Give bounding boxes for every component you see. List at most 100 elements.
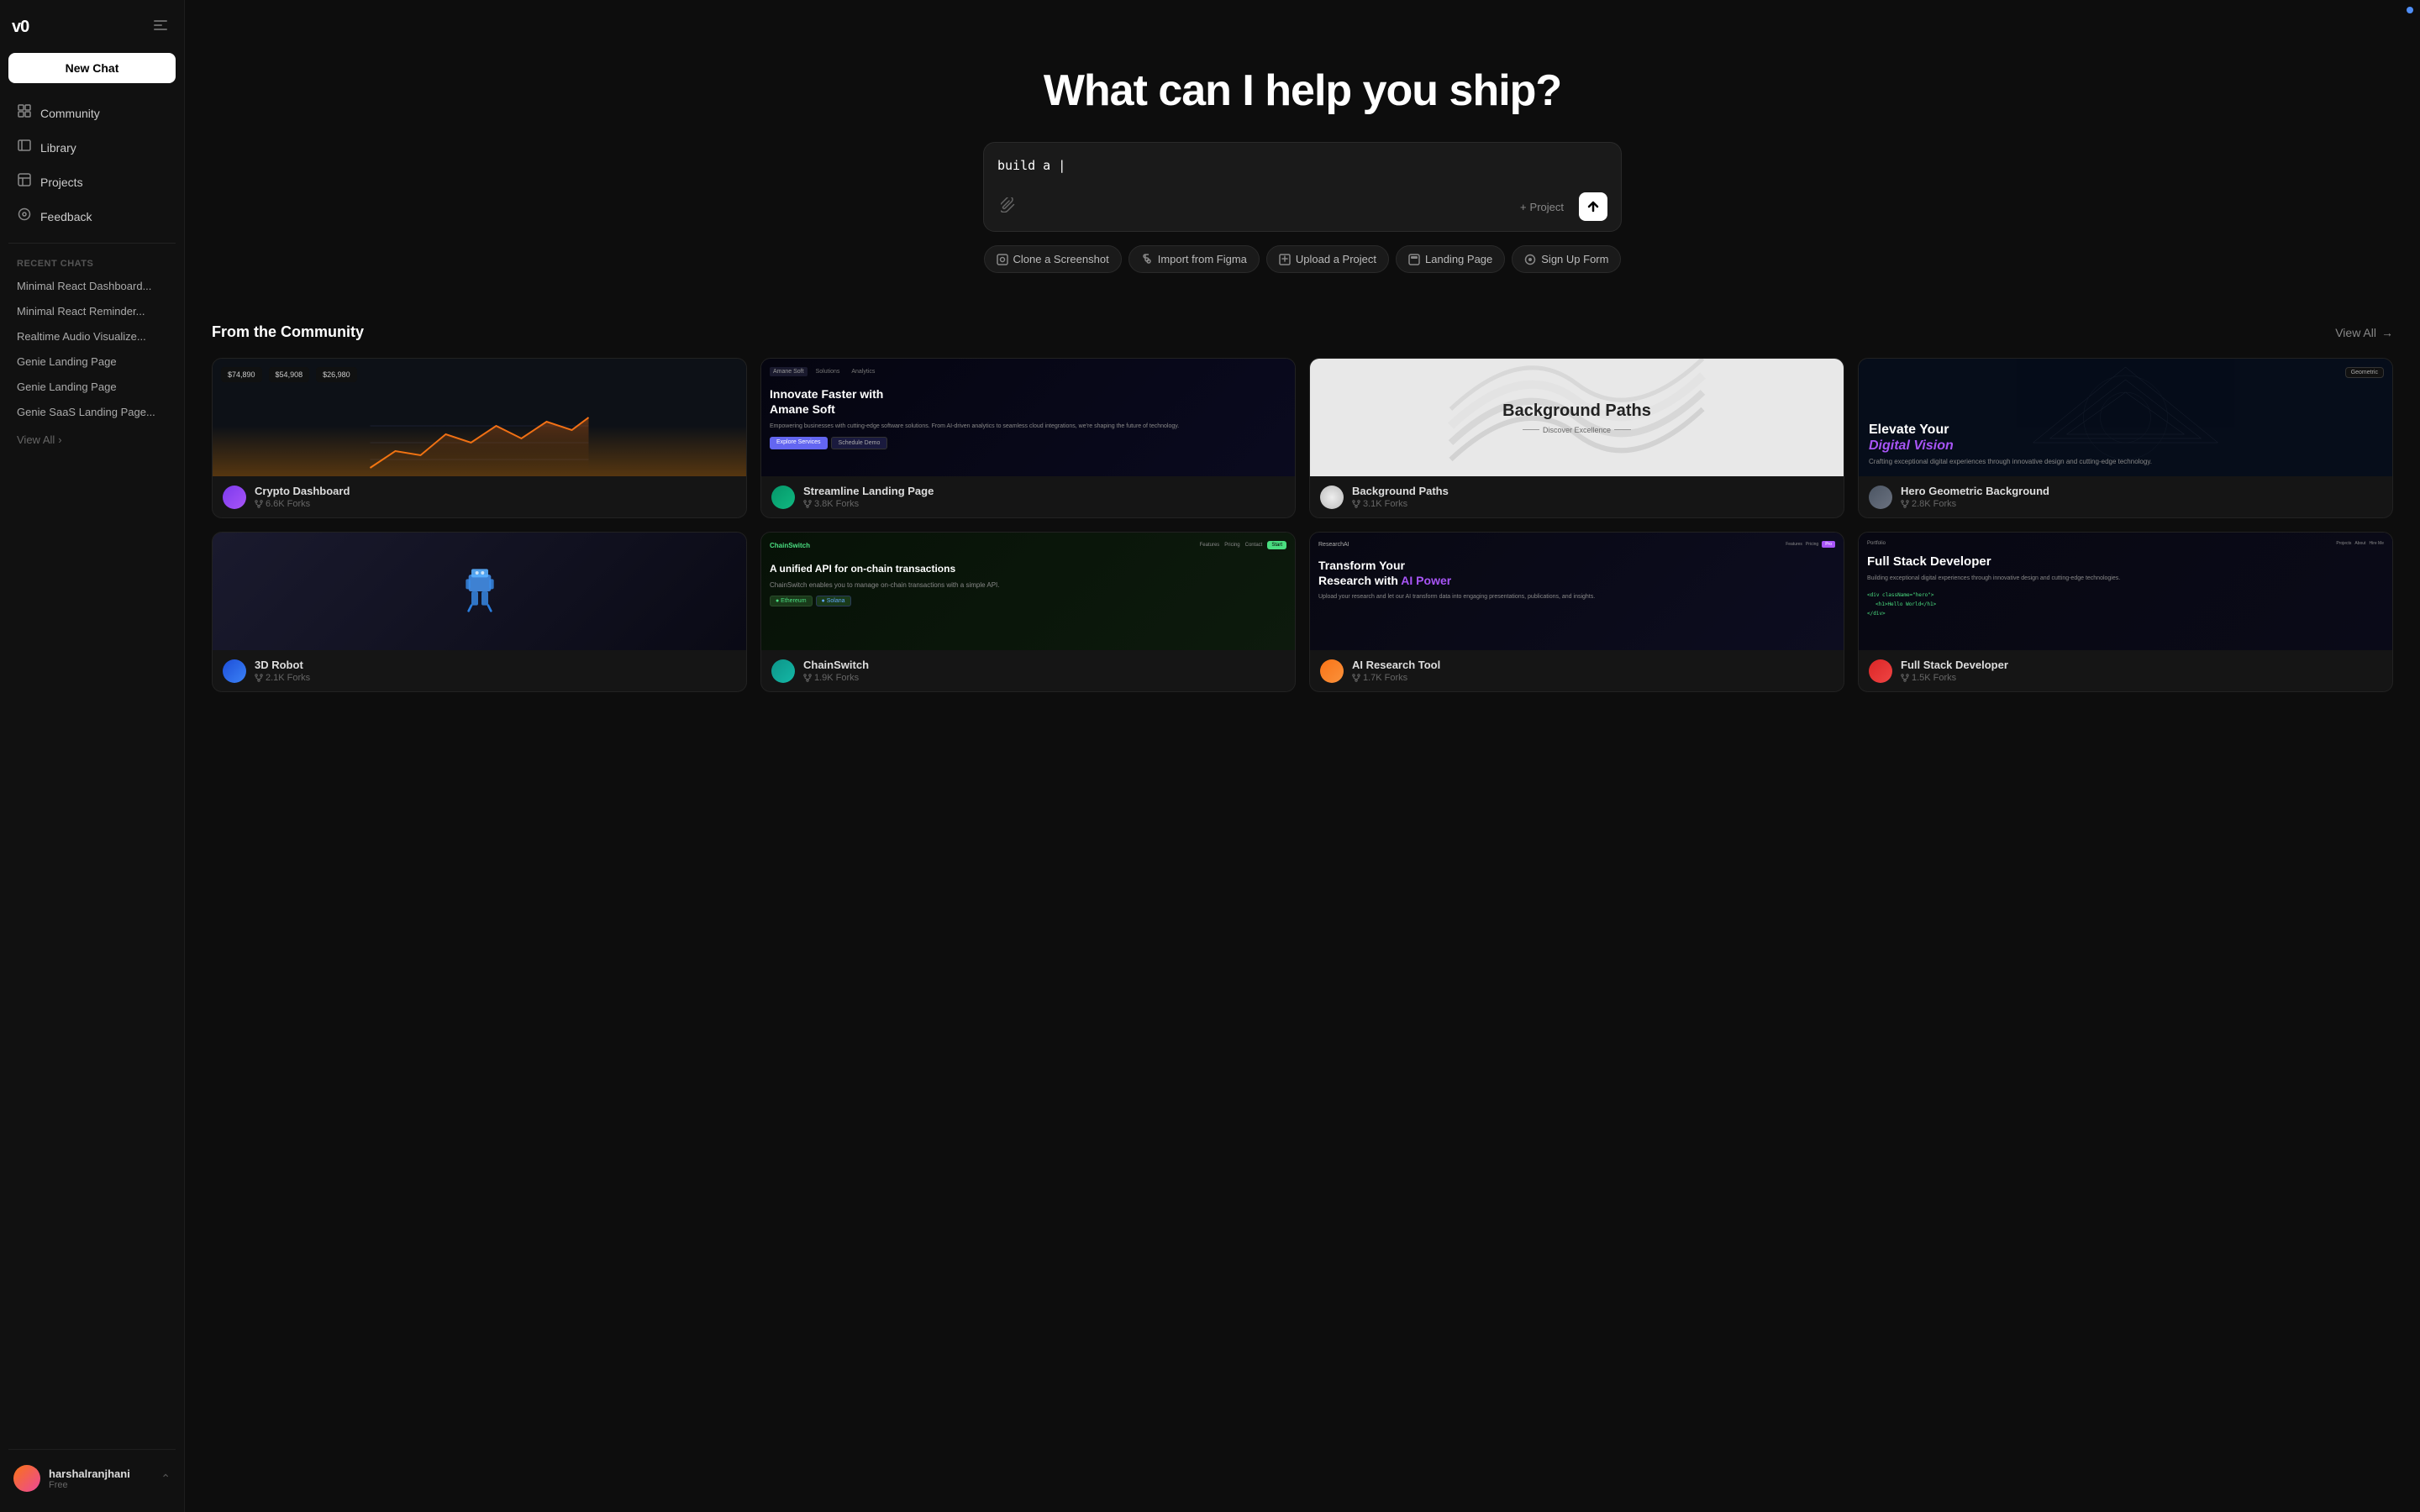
recent-chat-6[interactable]: Genie SaaS Landing Page... bbox=[8, 400, 176, 424]
card-image-robot bbox=[213, 533, 746, 650]
card-image-fullstack: Portfolio Projects About Hire Me Full St… bbox=[1859, 533, 2392, 650]
send-icon bbox=[1587, 201, 1599, 213]
community-card-chain[interactable]: ChainSwitch Features Pricing Contact Sta… bbox=[760, 532, 1296, 692]
sidebar-toggle-icon bbox=[152, 17, 169, 34]
card-image-bgpaths: Background Paths Discover Excellence bbox=[1310, 359, 1844, 476]
community-card-streamline[interactable]: Amane Soft Solutions Analytics Innovate … bbox=[760, 358, 1296, 518]
attach-button[interactable] bbox=[997, 194, 1019, 220]
recent-chat-3[interactable]: Realtime Audio Visualize... bbox=[8, 324, 176, 349]
form-icon bbox=[1524, 254, 1536, 265]
card-info-herogeo: Hero Geometric Background 2.8K Forks bbox=[1901, 485, 2382, 509]
user-profile-button[interactable]: harshalranjhani Free ⌃ bbox=[8, 1458, 176, 1499]
community-cards-row-1: $74,890 $54,908 $26,980 Crypto Dashboard bbox=[212, 358, 2393, 518]
card-title-crypto: Crypto Dashboard bbox=[255, 485, 736, 497]
card-forks-streamline: 3.8K Forks bbox=[803, 499, 1285, 509]
sidebar-header: v0 bbox=[8, 13, 176, 41]
signup-form-button[interactable]: Sign Up Form bbox=[1512, 245, 1621, 273]
card-info-research: AI Research Tool 1.7K Forks bbox=[1352, 659, 1833, 683]
card-meta-research: AI Research Tool 1.7K Forks bbox=[1310, 650, 1844, 691]
recent-chat-1[interactable]: Minimal React Dashboard... bbox=[8, 274, 176, 298]
sidebar-item-feedback[interactable]: Feedback bbox=[8, 200, 176, 233]
hero-section: What can I help you ship? build a | + Pr… bbox=[185, 0, 2420, 307]
card-title-herogeo: Hero Geometric Background bbox=[1901, 485, 2382, 497]
sidebar-divider bbox=[8, 243, 176, 244]
card-avatar-crypto bbox=[223, 486, 246, 509]
library-label: Library bbox=[40, 141, 76, 155]
card-forks-chain: 1.9K Forks bbox=[803, 673, 1285, 683]
card-forks-robot: 2.1K Forks bbox=[255, 673, 736, 683]
card-forks-research: 1.7K Forks bbox=[1352, 673, 1833, 683]
figma-icon bbox=[1141, 254, 1153, 265]
community-card-herogeo[interactable]: Geometric Elevate Your Digital Vision Cr… bbox=[1858, 358, 2393, 518]
fork-icon-6 bbox=[803, 674, 812, 682]
fork-icon bbox=[255, 500, 263, 508]
community-card-crypto[interactable]: $74,890 $54,908 $26,980 Crypto Dashboard bbox=[212, 358, 747, 518]
avatar bbox=[13, 1465, 40, 1492]
sidebar-item-projects[interactable]: Projects bbox=[8, 165, 176, 198]
view-all-chats-button[interactable]: View All › bbox=[8, 428, 176, 451]
card-info-chain: ChainSwitch 1.9K Forks bbox=[803, 659, 1285, 683]
card-meta-herogeo: Hero Geometric Background 2.8K Forks bbox=[1859, 476, 2392, 517]
card-forks-bgpaths: 3.1K Forks bbox=[1352, 499, 1833, 509]
community-cards-row-2: 3D Robot 2.1K Forks bbox=[212, 532, 2393, 692]
paperclip-icon bbox=[1001, 197, 1016, 213]
sidebar-toggle-button[interactable] bbox=[149, 13, 172, 41]
fork-icon-2 bbox=[803, 500, 812, 508]
arrow-right-icon: → bbox=[2381, 326, 2393, 339]
upload-icon bbox=[1279, 254, 1291, 265]
clone-screenshot-button[interactable]: Clone a Screenshot bbox=[984, 245, 1122, 273]
card-meta-chain: ChainSwitch 1.9K Forks bbox=[761, 650, 1295, 691]
landing-page-icon bbox=[1408, 254, 1420, 265]
upload-project-button[interactable]: Upload a Project bbox=[1266, 245, 1389, 273]
sidebar-item-library[interactable]: Library bbox=[8, 131, 176, 164]
community-card-fullstack[interactable]: Portfolio Projects About Hire Me Full St… bbox=[1858, 532, 2393, 692]
card-title-fullstack: Full Stack Developer bbox=[1901, 659, 2382, 671]
card-avatar-research bbox=[1320, 659, 1344, 683]
recent-chat-5[interactable]: Genie Landing Page bbox=[8, 375, 176, 399]
main-content: What can I help you ship? build a | + Pr… bbox=[185, 0, 2420, 1512]
fork-icon-5 bbox=[255, 674, 263, 682]
hero-title: What can I help you ship? bbox=[1044, 67, 1561, 115]
robot-svg bbox=[446, 558, 513, 625]
add-project-button[interactable]: + Project bbox=[1512, 196, 1572, 218]
projects-label: Projects bbox=[40, 176, 83, 189]
card-meta-crypto: Crypto Dashboard 6.6K Forks bbox=[213, 476, 746, 517]
card-avatar-herogeo bbox=[1869, 486, 1892, 509]
community-header: From the Community View All → bbox=[212, 323, 2393, 341]
sidebar-item-community[interactable]: Community bbox=[8, 97, 176, 129]
card-image-chain: ChainSwitch Features Pricing Contact Sta… bbox=[761, 533, 1295, 650]
user-plan: Free bbox=[49, 1480, 152, 1490]
community-card-research[interactable]: ResearchAI Features Pricing Pro Transfor… bbox=[1309, 532, 1844, 692]
recent-chats-label: Recent Chats bbox=[8, 255, 176, 274]
community-card-bgpaths[interactable]: Background Paths Discover Excellence Bac… bbox=[1309, 358, 1844, 518]
import-figma-button[interactable]: Import from Figma bbox=[1128, 245, 1260, 273]
notification-dot bbox=[2407, 7, 2413, 13]
card-meta-streamline: Streamline Landing Page 3.8K Forks bbox=[761, 476, 1295, 517]
send-button[interactable] bbox=[1579, 192, 1607, 221]
card-image-streamline: Amane Soft Solutions Analytics Innovate … bbox=[761, 359, 1295, 476]
card-title-research: AI Research Tool bbox=[1352, 659, 1833, 671]
user-name: harshalranjhani bbox=[49, 1467, 152, 1480]
fork-icon-7 bbox=[1352, 674, 1360, 682]
fork-icon-4 bbox=[1901, 500, 1909, 508]
card-avatar-robot bbox=[223, 659, 246, 683]
landing-page-button[interactable]: Landing Page bbox=[1396, 245, 1505, 273]
recent-chat-4[interactable]: Genie Landing Page bbox=[8, 349, 176, 374]
card-title-streamline: Streamline Landing Page bbox=[803, 485, 1285, 497]
view-all-community-button[interactable]: View All → bbox=[2335, 326, 2393, 339]
card-avatar-streamline bbox=[771, 486, 795, 509]
user-info: harshalranjhani Free bbox=[49, 1467, 152, 1490]
recent-chat-2[interactable]: Minimal React Reminder... bbox=[8, 299, 176, 323]
prompt-input[interactable]: build a | bbox=[997, 156, 1607, 180]
new-chat-button[interactable]: New Chat bbox=[8, 53, 176, 83]
card-avatar-chain bbox=[771, 659, 795, 683]
community-card-robot[interactable]: 3D Robot 2.1K Forks bbox=[212, 532, 747, 692]
app-logo: v0 bbox=[12, 18, 29, 37]
feedback-icon bbox=[17, 207, 32, 225]
prompt-actions: + Project bbox=[997, 192, 1607, 221]
card-avatar-fullstack bbox=[1869, 659, 1892, 683]
card-info-fullstack: Full Stack Developer 1.5K Forks bbox=[1901, 659, 2382, 683]
quick-actions: Clone a Screenshot Import from Figma Upl… bbox=[983, 245, 1622, 273]
crypto-chart-svg bbox=[213, 409, 746, 476]
card-forks-fullstack: 1.5K Forks bbox=[1901, 673, 2382, 683]
